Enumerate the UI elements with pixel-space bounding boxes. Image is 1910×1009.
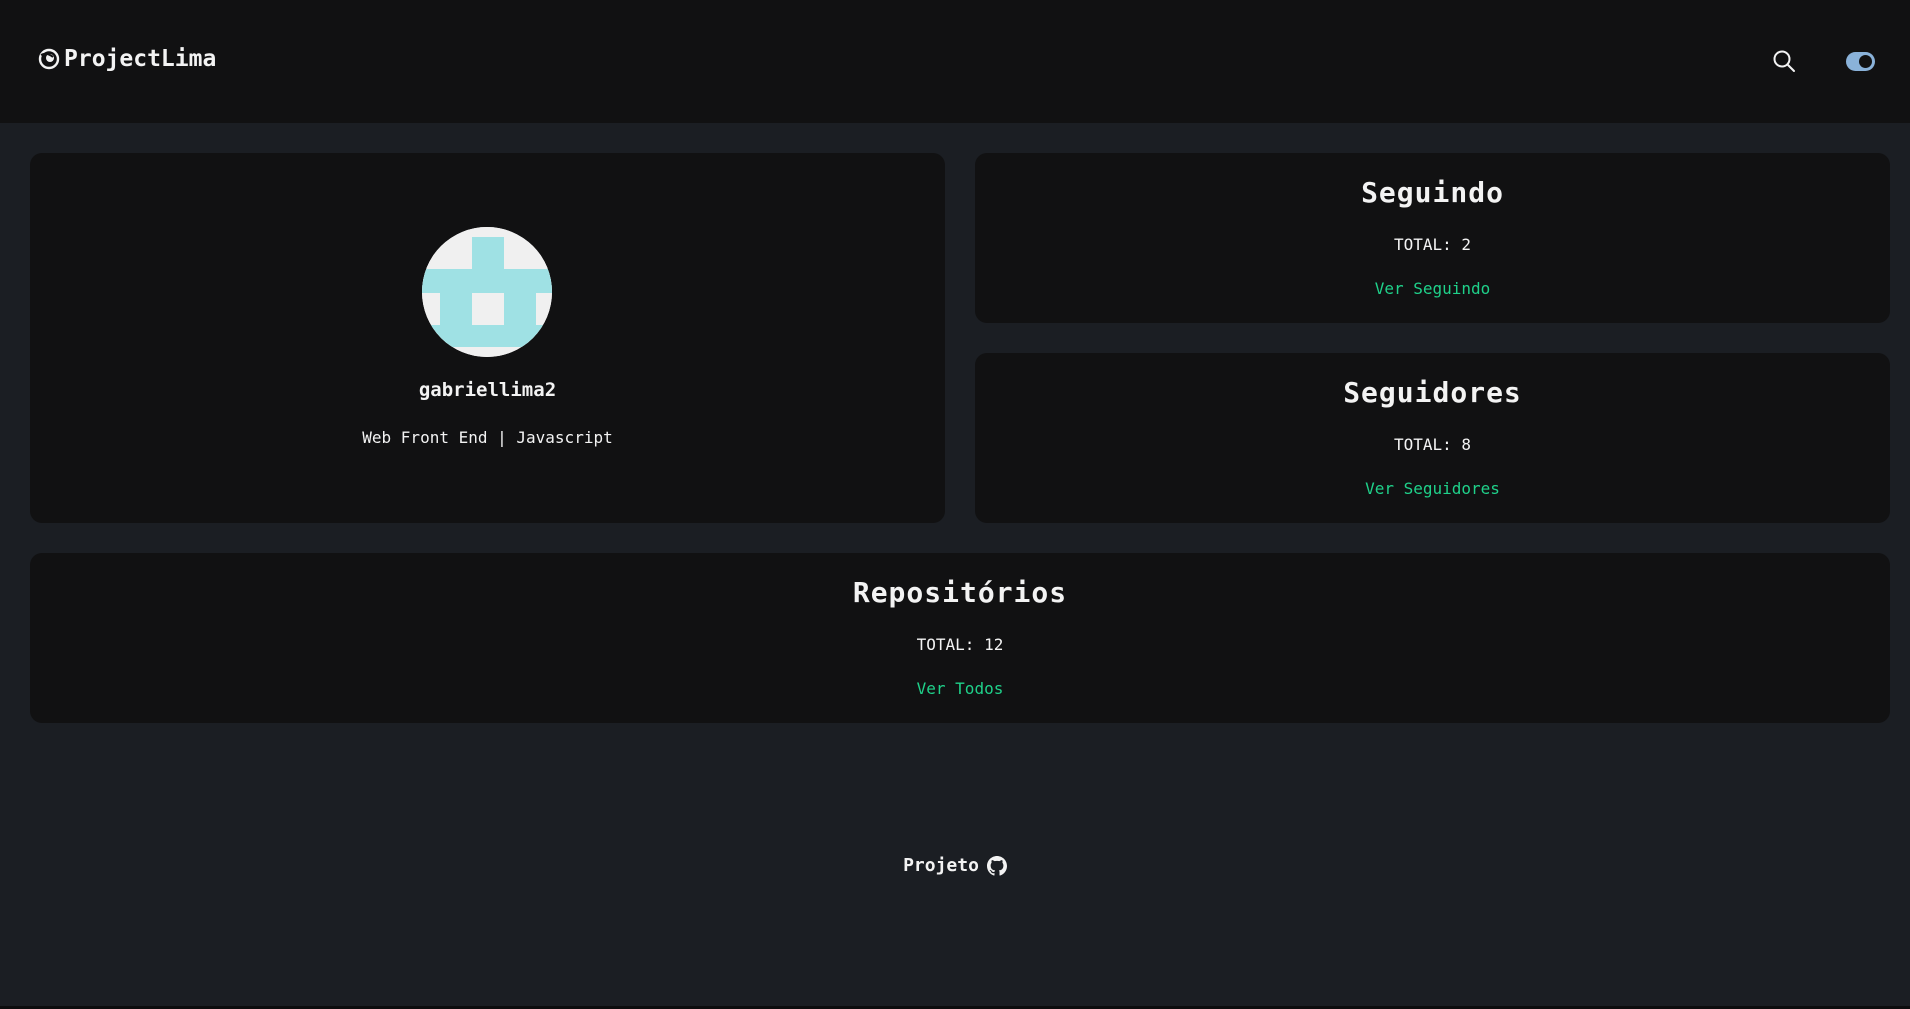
top-navbar: ProjectLima — [0, 0, 1910, 123]
followers-total: TOTAL: 8 — [1393, 435, 1472, 454]
project-github-link[interactable]: Projeto — [903, 855, 1007, 876]
following-title: Seguindo — [1361, 176, 1504, 209]
following-card: Seguindo TOTAL: 2 Ver Seguindo — [975, 153, 1890, 323]
search-button[interactable] — [1772, 49, 1796, 73]
view-all-repositories-link[interactable]: Ver Todos — [30, 679, 1890, 698]
footer: Projeto — [0, 855, 1910, 876]
spiral-logo-icon — [38, 48, 60, 70]
view-followers-link[interactable]: Ver Seguidores — [975, 479, 1890, 498]
brand-name: ProjectLima — [64, 46, 217, 72]
repositories-total: TOTAL: 12 — [916, 635, 1004, 654]
repositories-card: Repositórios TOTAL: 12 Ver Todos — [30, 553, 1890, 723]
repositories-title: Repositórios — [852, 576, 1068, 609]
following-total: TOTAL: 2 — [1393, 235, 1472, 254]
theme-toggle[interactable] — [1846, 52, 1875, 71]
avatar — [422, 227, 552, 357]
followers-title: Seguidores — [1343, 376, 1522, 409]
footer-label: Projeto — [903, 855, 979, 876]
github-icon — [986, 855, 1007, 876]
view-following-link[interactable]: Ver Seguindo — [975, 279, 1890, 298]
toggle-knob — [1859, 55, 1872, 68]
username: gabriellima2 — [418, 379, 557, 401]
followers-card: Seguidores TOTAL: 8 Ver Seguidores — [975, 353, 1890, 523]
profile-card: gabriellima2 Web Front End | Javascript — [30, 153, 945, 523]
search-icon — [1773, 50, 1795, 72]
brand-link[interactable]: ProjectLima — [38, 46, 216, 72]
user-bio: Web Front End | Javascript — [362, 428, 613, 447]
